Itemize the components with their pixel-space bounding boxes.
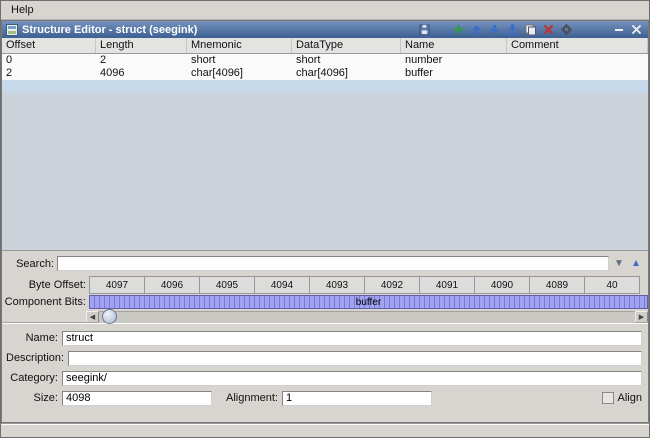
scrollbar-thumb[interactable] (102, 309, 117, 324)
move-to-bottom-icon[interactable] (505, 23, 520, 36)
scrollbar-track[interactable] (99, 311, 635, 323)
cell-length (96, 80, 187, 93)
cell-comment (507, 80, 648, 93)
cell-name: buffer (401, 67, 507, 80)
horizontal-scrollbar: ◀ ▶ (2, 310, 648, 323)
add-icon[interactable] (451, 23, 466, 36)
table-row[interactable]: 2 4096 char[4096] char[4096] buffer (2, 67, 648, 80)
structure-editor-window: Structure Editor - struct (seegink) (1, 20, 649, 423)
cell-length: 2 (96, 54, 187, 67)
search-label: Search: (6, 258, 54, 270)
column-header-datatype[interactable]: DataType (292, 38, 401, 53)
column-header-name[interactable]: Name (401, 38, 507, 53)
column-header-comment[interactable]: Comment (507, 38, 648, 53)
byte-offset-cell[interactable]: 4090 (474, 276, 530, 294)
byte-offset-cell[interactable]: 4096 (144, 276, 200, 294)
component-bits-label: Component Bits: (2, 296, 89, 308)
byte-offset-cell[interactable]: 4094 (254, 276, 310, 294)
table-empty-area (2, 93, 648, 250)
delete-icon[interactable] (541, 23, 556, 36)
title-bar[interactable]: Structure Editor - struct (seegink) (2, 21, 648, 38)
cell-mnemonic: short (187, 54, 292, 67)
byte-offset-cell[interactable]: 4093 (309, 276, 365, 294)
size-alignment-row: Size: Alignment: Align (6, 390, 642, 406)
description-row: Description: (6, 350, 642, 366)
cell-length: 4096 (96, 67, 187, 80)
scroll-right-icon[interactable]: ▶ (635, 311, 648, 323)
cell-comment (507, 67, 648, 80)
scroll-left-icon[interactable]: ◀ (86, 311, 99, 323)
components-table: Offset Length Mnemonic DataType Name Com… (2, 38, 648, 251)
byte-offset-cell[interactable]: 4097 (89, 276, 145, 294)
cell-mnemonic: char[4096] (187, 67, 292, 80)
category-label: Category: (6, 372, 62, 384)
byte-offset-row: Byte Offset: 4097 4096 4095 4094 4093 40… (2, 276, 648, 294)
cell-mnemonic (187, 80, 292, 93)
component-bits-bar[interactable]: buffer (89, 295, 648, 309)
search-row: Search: ▼ ▲ (2, 251, 648, 276)
move-up-icon[interactable] (469, 23, 484, 36)
description-label: Description: (6, 352, 68, 364)
cell-offset: 0 (2, 54, 96, 67)
close-button[interactable] (629, 23, 644, 36)
cell-datatype (292, 80, 401, 93)
size-field[interactable] (62, 391, 212, 406)
name-row: Name: (6, 330, 642, 346)
move-down-icon[interactable] (487, 23, 502, 36)
description-field[interactable] (68, 351, 642, 366)
search-input[interactable] (57, 256, 609, 271)
cell-comment (507, 54, 648, 67)
component-bits-row: Component Bits: buffer (2, 294, 648, 310)
byte-offset-cell[interactable]: 40 (584, 276, 640, 294)
table-row-selected[interactable] (2, 80, 648, 93)
byte-offset-cell[interactable]: 4089 (529, 276, 585, 294)
byte-offset-cell[interactable]: 4095 (199, 276, 255, 294)
cell-offset (2, 80, 96, 93)
menu-bar: Help (1, 1, 649, 20)
name-label: Name: (6, 332, 62, 344)
structure-properties-panel: Name: Description: Category: Size: Align… (2, 323, 648, 422)
column-header-length[interactable]: Length (96, 38, 187, 53)
table-header-row: Offset Length Mnemonic DataType Name Com… (2, 38, 648, 54)
cell-name (401, 80, 507, 93)
search-previous-icon[interactable]: ▲ (629, 257, 643, 271)
category-row: Category: (6, 370, 642, 386)
settings-icon[interactable] (559, 23, 574, 36)
search-next-icon[interactable]: ▼ (612, 257, 626, 271)
save-icon[interactable] (417, 23, 432, 36)
column-header-offset[interactable]: Offset (2, 38, 96, 53)
category-field[interactable] (62, 371, 642, 386)
menu-help[interactable]: Help (6, 3, 39, 17)
column-header-mnemonic[interactable]: Mnemonic (187, 38, 292, 53)
table-row[interactable]: 0 2 short short number (2, 54, 648, 67)
size-label: Size: (6, 392, 62, 404)
component-field-name: buffer (356, 297, 381, 308)
align-checkbox[interactable] (602, 392, 614, 404)
name-field[interactable] (62, 331, 642, 346)
cell-name: number (401, 54, 507, 67)
duplicate-icon[interactable] (523, 23, 538, 36)
minimize-button[interactable] (611, 23, 626, 36)
application-window: Help Structure Editor - struct (seegink) (0, 0, 650, 438)
byte-offset-label: Byte Offset: (2, 279, 89, 291)
alignment-field[interactable] (282, 391, 432, 406)
status-bar (1, 423, 649, 437)
cell-datatype: short (292, 54, 401, 67)
byte-offset-cells: 4097 4096 4095 4094 4093 4092 4091 4090 … (89, 276, 648, 294)
byte-offset-cell[interactable]: 4092 (364, 276, 420, 294)
structure-window-icon (6, 24, 18, 36)
cell-datatype: char[4096] (292, 67, 401, 80)
alignment-label: Alignment: (220, 392, 282, 404)
cell-offset: 2 (2, 67, 96, 80)
align-checkbox-label: Align (618, 392, 642, 404)
byte-offset-cell[interactable]: 4091 (419, 276, 475, 294)
window-title: Structure Editor - struct (seegink) (22, 24, 197, 36)
align-control: Align (602, 392, 642, 404)
